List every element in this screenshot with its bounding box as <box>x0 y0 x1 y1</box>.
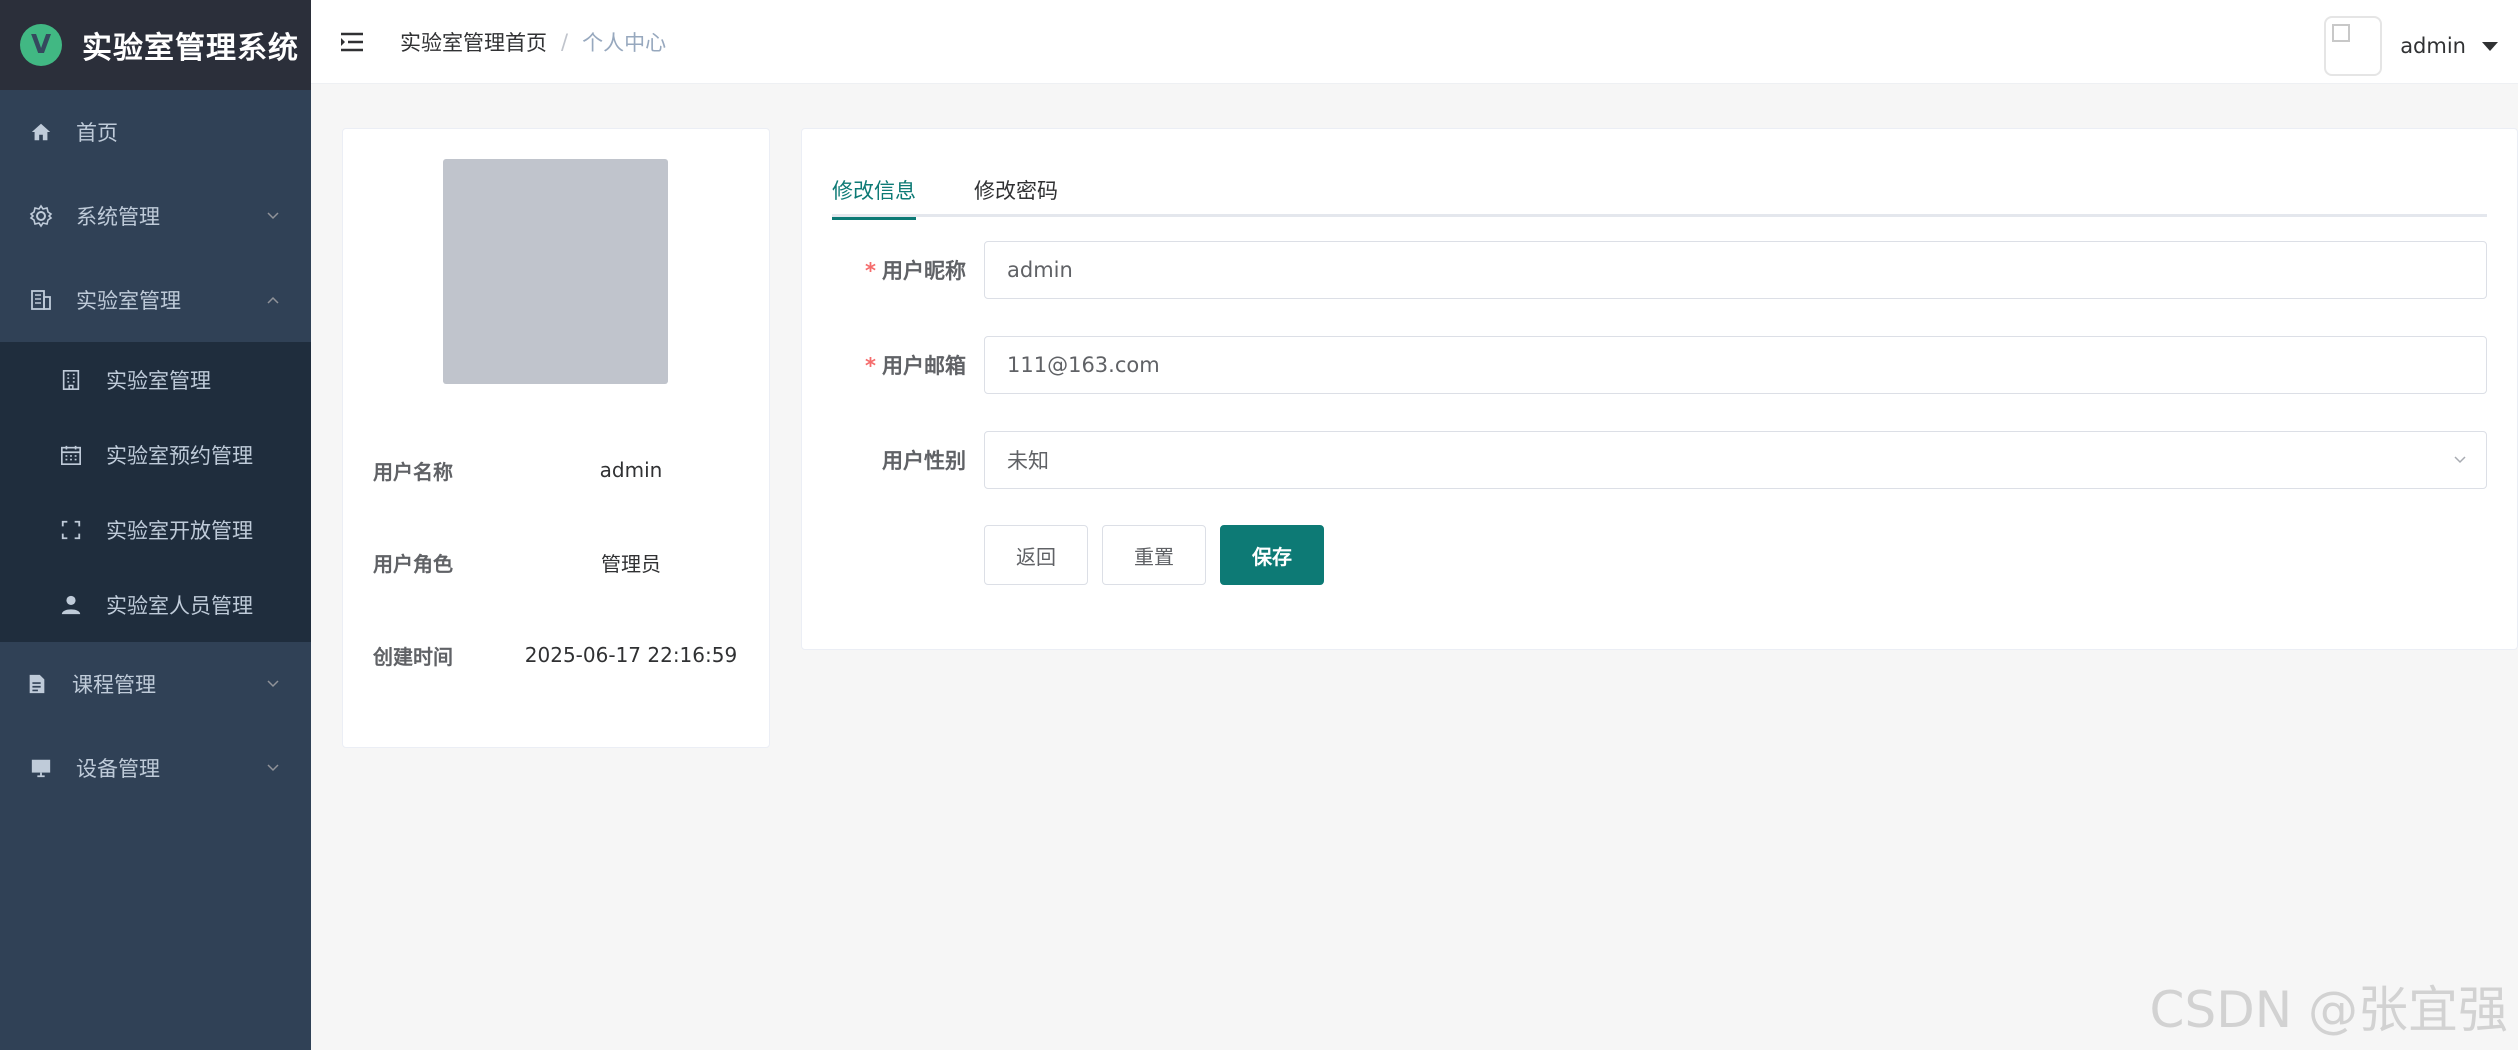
form-row-gender: 用户性别 未知 <box>832 431 2487 489</box>
form-actions: 返回 重置 保存 <box>984 525 1338 585</box>
save-button[interactable]: 保存 <box>1220 525 1324 585</box>
chevron-down-icon <box>267 212 279 220</box>
email-input[interactable] <box>984 336 2487 394</box>
required-mark: * <box>865 259 876 283</box>
chevron-up-icon <box>267 296 279 304</box>
sidebar-item-label: 系统管理 <box>76 205 160 229</box>
app-root: V 实验室管理系统 首页 系统管理 实验室管理 实验室管理 实验室预约管理 实验… <box>0 0 2518 1050</box>
breadcrumb-home-link[interactable]: 实验室管理首页 <box>400 27 547 57</box>
sidebar-item-label: 实验室预约管理 <box>106 443 253 468</box>
form-row-nickname: * 用户昵称 <box>832 241 2487 299</box>
caret-down-icon <box>2482 41 2498 51</box>
fullscreen-icon <box>58 517 84 543</box>
breadcrumb: 实验室管理首页 / 个人中心 <box>400 27 666 57</box>
user-icon <box>58 592 84 618</box>
sidebar: V 实验室管理系统 首页 系统管理 实验室管理 实验室管理 实验室预约管理 实验… <box>0 0 311 1050</box>
monitor-icon <box>28 755 54 781</box>
chevron-down-icon <box>2454 456 2466 464</box>
profile-row-role: 用户角色 管理员 <box>373 542 739 582</box>
tab-bar: 修改信息 修改密码 <box>832 167 2487 220</box>
profile-value: 2025-06-17 22:16:59 <box>524 643 738 667</box>
user-name: admin <box>2400 34 2466 58</box>
gender-select-value: 未知 <box>1007 449 1049 473</box>
submenu-lab: 实验室管理 实验室预约管理 实验室开放管理 实验室人员管理 <box>0 342 311 642</box>
sidebar-item-course[interactable]: 课程管理 <box>0 642 311 726</box>
sidebar-item-label: 课程管理 <box>72 673 156 697</box>
gender-label: 用户性别 <box>882 449 966 473</box>
document-icon <box>24 671 50 697</box>
menu-toggle-icon[interactable] <box>336 26 368 58</box>
profile-label: 用户角色 <box>373 551 453 576</box>
sidebar-item-label: 设备管理 <box>76 757 160 781</box>
sidebar-item-label: 实验室管理 <box>76 289 181 313</box>
profile-value: 管理员 <box>601 551 661 576</box>
office-building-icon <box>58 367 84 393</box>
email-label: * 用户邮箱 <box>865 354 966 378</box>
sidebar-item-system[interactable]: 系统管理 <box>0 174 311 258</box>
sidebar-item-label: 实验室管理 <box>106 368 211 393</box>
form-row-email: * 用户邮箱 <box>832 336 2487 394</box>
sidebar-item-label: 实验室开放管理 <box>106 518 253 543</box>
sidebar-item-home[interactable]: 首页 <box>0 90 311 174</box>
top-navbar: 实验室管理首页 / 个人中心 admin <box>311 0 2518 84</box>
breadcrumb-separator: / <box>561 29 569 54</box>
breadcrumb-current: 个人中心 <box>582 30 667 55</box>
back-button[interactable]: 返回 <box>984 525 1088 585</box>
reset-button[interactable]: 重置 <box>1102 525 1206 585</box>
tab-edit-info[interactable]: 修改信息 <box>832 167 916 220</box>
avatar[interactable] <box>2324 16 2383 76</box>
nickname-label: * 用户昵称 <box>865 259 966 283</box>
required-mark: * <box>865 354 876 378</box>
profile-row-username: 用户名称 admin <box>373 450 739 490</box>
submenu-item-lab-open[interactable]: 实验室开放管理 <box>0 492 311 567</box>
sidebar-item-lab[interactable]: 实验室管理 <box>0 258 311 342</box>
profile-card: 用户名称 admin 用户角色 管理员 创建时间 2025-06-17 22:1… <box>342 128 770 748</box>
watermark-text: CSDN @张宜强 <box>2149 981 2508 1039</box>
sidebar-item-equipment[interactable]: 设备管理 <box>0 726 311 810</box>
submenu-item-lab-booking[interactable]: 实验室预约管理 <box>0 417 311 492</box>
submenu-item-lab-manage[interactable]: 实验室管理 <box>0 342 311 417</box>
user-dropdown[interactable]: admin <box>2324 16 2498 76</box>
profile-row-created: 创建时间 2025-06-17 22:16:59 <box>373 635 739 675</box>
home-icon <box>28 119 54 145</box>
profile-avatar-image[interactable] <box>443 159 668 384</box>
profile-label: 用户名称 <box>373 459 453 484</box>
sidebar-item-label: 实验室人员管理 <box>106 593 253 618</box>
tab-change-password[interactable]: 修改密码 <box>974 167 1058 217</box>
profile-value: admin <box>599 458 663 482</box>
nickname-input[interactable] <box>984 241 2487 299</box>
calendar-icon <box>58 442 84 468</box>
logo-bar[interactable]: V 实验室管理系统 <box>0 0 311 90</box>
logo-icon: V <box>20 24 62 66</box>
app-title: 实验室管理系统 <box>82 31 299 66</box>
chevron-down-icon <box>267 680 279 688</box>
building-icon <box>28 287 54 313</box>
gender-select[interactable]: 未知 <box>984 431 2487 489</box>
chevron-down-icon <box>267 764 279 772</box>
edit-profile-card: 修改信息 修改密码 *用户昵称 *用户邮箱 用户性别 未知 返回 重置 保存 <box>801 128 2518 650</box>
submenu-item-lab-staff[interactable]: 实验室人员管理 <box>0 567 311 642</box>
sidebar-item-label: 首页 <box>76 121 118 145</box>
profile-label: 创建时间 <box>373 644 453 669</box>
gear-icon <box>28 203 54 229</box>
